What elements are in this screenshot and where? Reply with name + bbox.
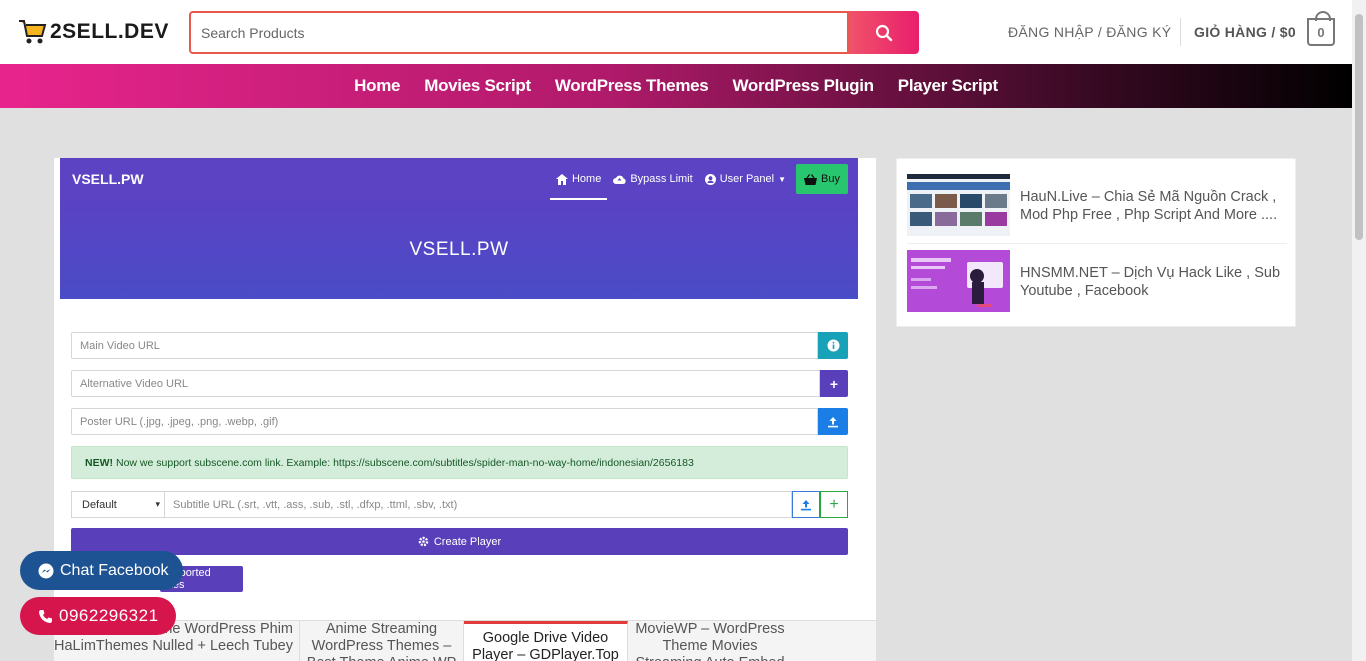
chat-facebook-button[interactable]: Chat Facebook — [20, 551, 183, 590]
sidebar-post[interactable]: HNSMM.NET – Dịch Vụ Hack Like , Sub Yout… — [907, 250, 1287, 314]
related-item[interactable]: Anime Streaming WordPress Themes – Best … — [300, 621, 464, 661]
related-item-active[interactable]: Google Drive Video Player – GDPlayer.Top — [464, 621, 628, 661]
site-logo[interactable]: 2SELL.DEV — [18, 18, 169, 46]
main-video-url-input[interactable] — [71, 332, 818, 359]
player-nav-user-panel[interactable]: User Panel ▼ — [699, 158, 792, 200]
alt-video-row: + — [71, 370, 848, 397]
nav-item-home[interactable]: Home — [342, 76, 412, 96]
cloud-upload-icon — [613, 175, 626, 184]
player-app-frame: VSELL.PW Home Bypass Limit User Panel ▼ — [60, 158, 858, 661]
sidebar-post[interactable]: HauN.Live – Chia Sẻ Mã Nguồn Crack , Mod… — [907, 174, 1287, 238]
gear-icon — [418, 536, 429, 547]
alt-video-url-input[interactable] — [71, 370, 820, 397]
sidebar-post-thumbnail[interactable] — [907, 250, 1010, 312]
related-products-strip: Theme WordPress Phim HaLimThemes Nulled … — [54, 620, 876, 661]
chevron-down-icon: ▾ — [155, 499, 160, 509]
subtitle-row: Default ▾ + — [71, 491, 848, 518]
logo-text: 2SELL.DEV — [50, 20, 169, 43]
scrollbar-thumb[interactable] — [1355, 14, 1363, 240]
cart-link[interactable]: GIỎ HÀNG / $0 — [1194, 24, 1296, 40]
player-app-hero: VSELL.PW — [60, 200, 858, 299]
subscene-alert: NEW! Now we support subscene.com link. E… — [71, 446, 848, 479]
player-app-brand[interactable]: VSELL.PW — [72, 171, 144, 187]
search-input[interactable] — [189, 11, 849, 54]
buy-button-label: Buy — [821, 173, 840, 185]
messenger-icon — [38, 563, 54, 578]
poster-row — [71, 408, 848, 435]
search-icon — [875, 24, 893, 41]
site-header: 2SELL.DEV ĐĂNG NHẬP / ĐĂNG KÝ GIỎ HÀNG /… — [0, 0, 1352, 64]
user-circle-icon — [704, 173, 716, 185]
header-divider — [1180, 18, 1181, 46]
add-subtitle-button[interactable]: + — [820, 491, 848, 518]
home-icon — [555, 173, 568, 185]
sidebar-post-title[interactable]: HNSMM.NET – Dịch Vụ Hack Like , Sub Yout… — [1020, 250, 1287, 314]
phone-number-label: 0962296321 — [59, 606, 159, 625]
sidebar-post-thumbnail[interactable] — [907, 174, 1010, 236]
page-scrollbar[interactable] — [1352, 0, 1366, 661]
alert-text: Now we support subscene.com link. Exampl… — [116, 456, 694, 469]
phone-icon — [39, 609, 52, 623]
player-nav-user-label: User Panel — [719, 173, 775, 185]
info-button[interactable] — [818, 332, 848, 359]
plus-icon: + — [829, 495, 839, 513]
upload-icon — [801, 499, 811, 510]
basket-icon — [804, 173, 818, 185]
search-bar — [189, 11, 919, 54]
subtitle-language-select[interactable]: Default ▾ — [71, 491, 165, 518]
nav-item-wordpress-themes[interactable]: WordPress Themes — [543, 76, 721, 96]
upload-icon — [828, 416, 838, 427]
hero-title: VSELL.PW — [409, 238, 509, 260]
player-nav-home-label: Home — [571, 173, 602, 185]
caret-down-icon: ▼ — [778, 174, 787, 184]
buy-button[interactable]: Buy — [796, 164, 848, 194]
subtitle-select-value: Default — [82, 498, 117, 511]
create-player-label: Create Player — [433, 535, 502, 548]
nav-item-wordpress-plugin[interactable]: WordPress Plugin — [720, 76, 885, 96]
upload-poster-button[interactable] — [818, 408, 848, 435]
main-nav: Home Movies Script WordPress Themes Word… — [0, 64, 1352, 108]
alert-new-badge: NEW! — [85, 456, 113, 469]
product-content: VSELL.PW Home Bypass Limit User Panel ▼ — [54, 158, 876, 661]
add-alt-video-button[interactable]: + — [820, 370, 848, 397]
sidebar-post-title[interactable]: HauN.Live – Chia Sẻ Mã Nguồn Crack , Mod… — [1020, 174, 1287, 238]
shopping-cart-logo-icon — [19, 20, 47, 44]
sidebar-widget: HauN.Live – Chia Sẻ Mã Nguồn Crack , Mod… — [896, 158, 1296, 327]
nav-item-player-script[interactable]: Player Script — [886, 76, 1010, 96]
player-app-nav-links: Home Bypass Limit User Panel ▼ Buy — [549, 158, 848, 200]
create-player-button[interactable]: Create Player — [71, 528, 848, 555]
search-button[interactable] — [849, 11, 919, 54]
player-nav-bypass-limit[interactable]: Bypass Limit — [607, 158, 698, 200]
nav-item-movies-script[interactable]: Movies Script — [412, 76, 543, 96]
player-app-navbar: VSELL.PW Home Bypass Limit User Panel ▼ — [60, 158, 858, 200]
player-nav-bypass-label: Bypass Limit — [630, 173, 693, 185]
player-nav-home[interactable]: Home — [549, 158, 608, 200]
chat-facebook-label: Chat Facebook — [60, 561, 169, 579]
phone-call-button[interactable]: 0962296321 — [20, 597, 176, 635]
poster-url-input[interactable] — [71, 408, 818, 435]
info-icon — [827, 339, 839, 352]
related-item[interactable]: MovieWP – WordPress Theme Movies Streami… — [628, 621, 792, 661]
upload-subtitle-button[interactable] — [792, 491, 820, 518]
plus-icon: + — [829, 375, 839, 392]
main-video-row — [71, 332, 848, 359]
login-register-link[interactable]: ĐĂNG NHẬP / ĐĂNG KÝ — [1008, 24, 1171, 40]
subtitle-url-input[interactable] — [165, 491, 792, 518]
cart-count-icon[interactable]: 0 — [1307, 11, 1335, 46]
sidebar-divider — [907, 243, 1287, 244]
